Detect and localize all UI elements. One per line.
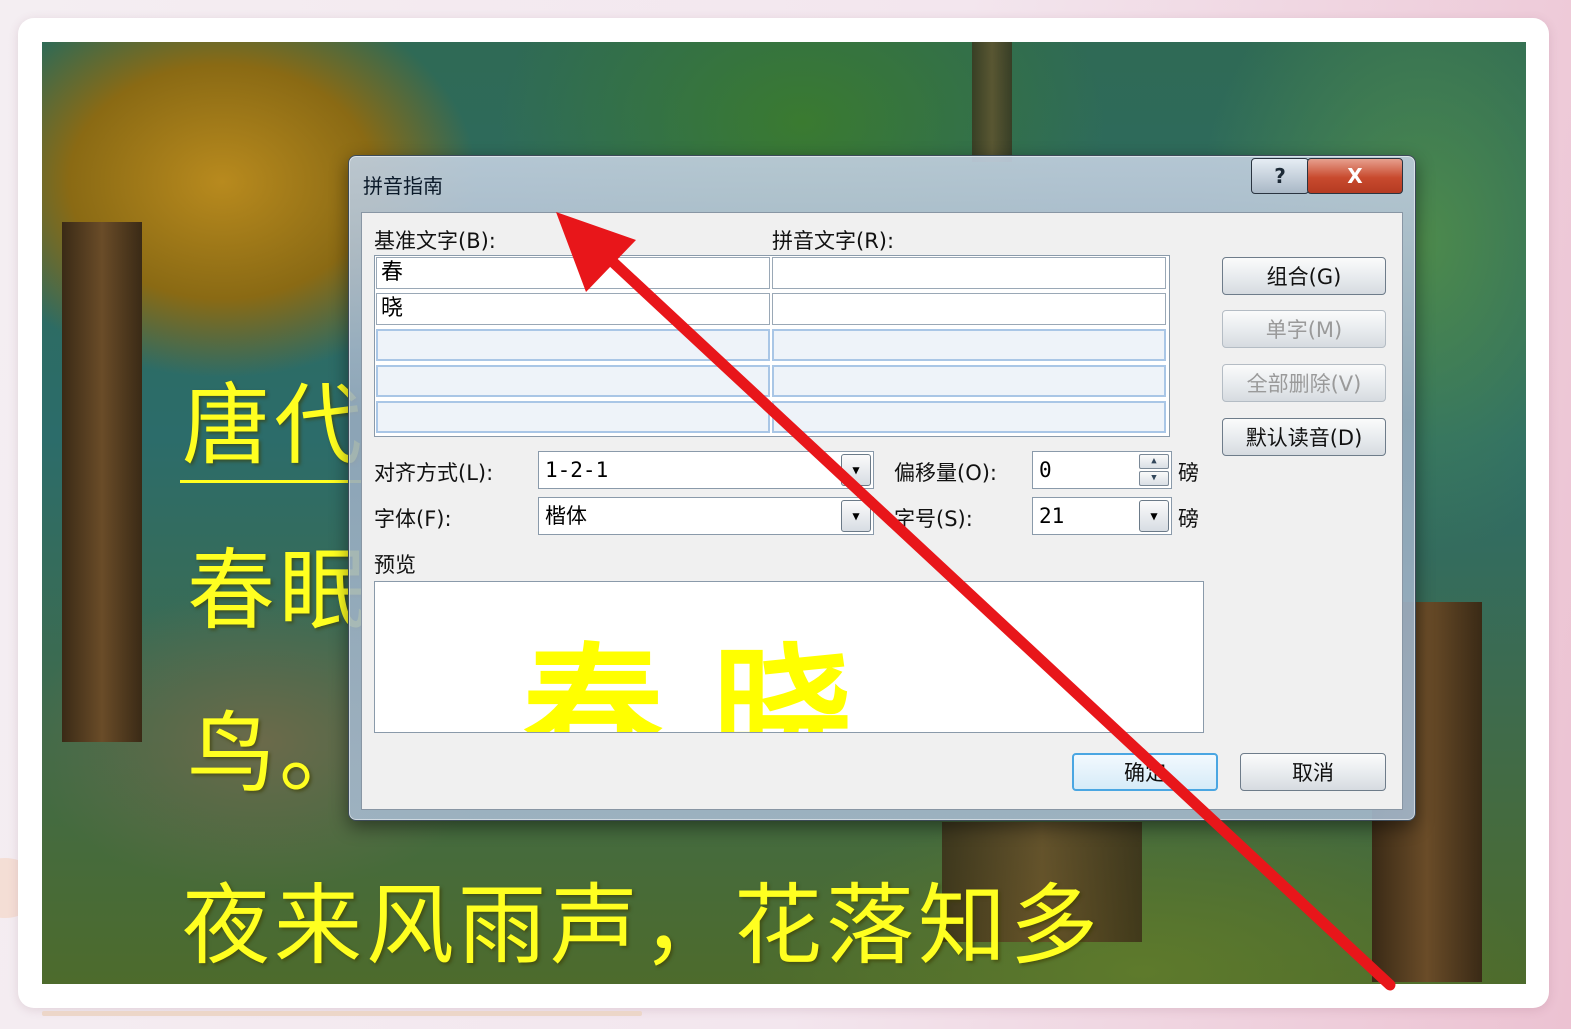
annotation-arrow <box>556 212 1396 991</box>
annotation-arrow-head <box>556 212 636 292</box>
annotation-arrow-shaft <box>594 244 1396 991</box>
